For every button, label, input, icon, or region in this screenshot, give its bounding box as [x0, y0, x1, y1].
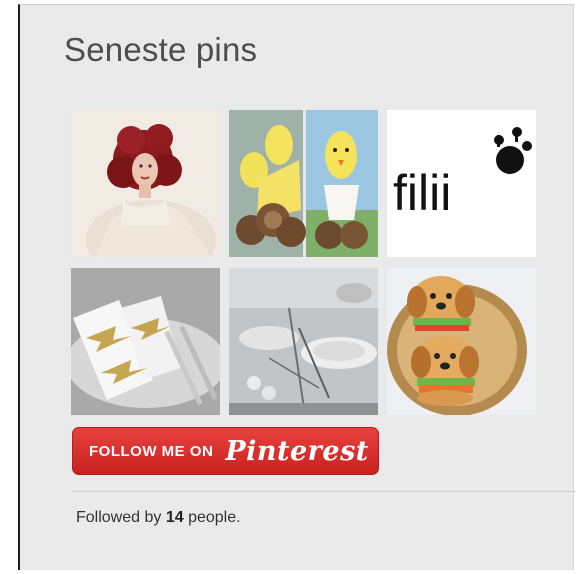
pinterest-widget: Seneste pins filii FOLLOW ME ON Pinteres…	[18, 4, 576, 570]
follow-button-prefix: FOLLOW ME ON	[89, 442, 214, 460]
followers-prefix: Followed by	[76, 509, 162, 526]
pin-image-table-setting	[229, 268, 378, 415]
pin-thumbnail-5[interactable]	[229, 268, 378, 415]
pin-thumbnail-3[interactable]: filii	[387, 110, 536, 257]
pin-image-puppy-burgers	[387, 268, 536, 415]
pin-image-red-haired-woman	[71, 110, 220, 257]
pinterest-logo: Pinterest	[225, 435, 369, 467]
pin-image-filii-logo: filii	[387, 110, 536, 257]
pin-thumbnail-1[interactable]	[71, 110, 220, 257]
divider	[72, 491, 576, 492]
followers-suffix: people.	[188, 509, 241, 526]
pin-image-easter-chick-crafts	[229, 110, 378, 257]
widget-title: Seneste pins	[64, 31, 258, 68]
followers-count-text: Followed by 14 people.	[76, 509, 241, 527]
follow-me-on-pinterest-button[interactable]: FOLLOW ME ON Pinterest	[72, 427, 379, 475]
pin-thumbnail-6[interactable]	[387, 268, 536, 415]
pin-thumbnail-4[interactable]	[71, 268, 220, 415]
followers-count: 14	[165, 509, 184, 526]
pins-grid: filii	[71, 110, 551, 422]
pin-image-gold-napkins	[71, 268, 220, 415]
pin-thumbnail-2[interactable]	[229, 110, 378, 257]
filii-logo-text: filii	[393, 165, 451, 221]
